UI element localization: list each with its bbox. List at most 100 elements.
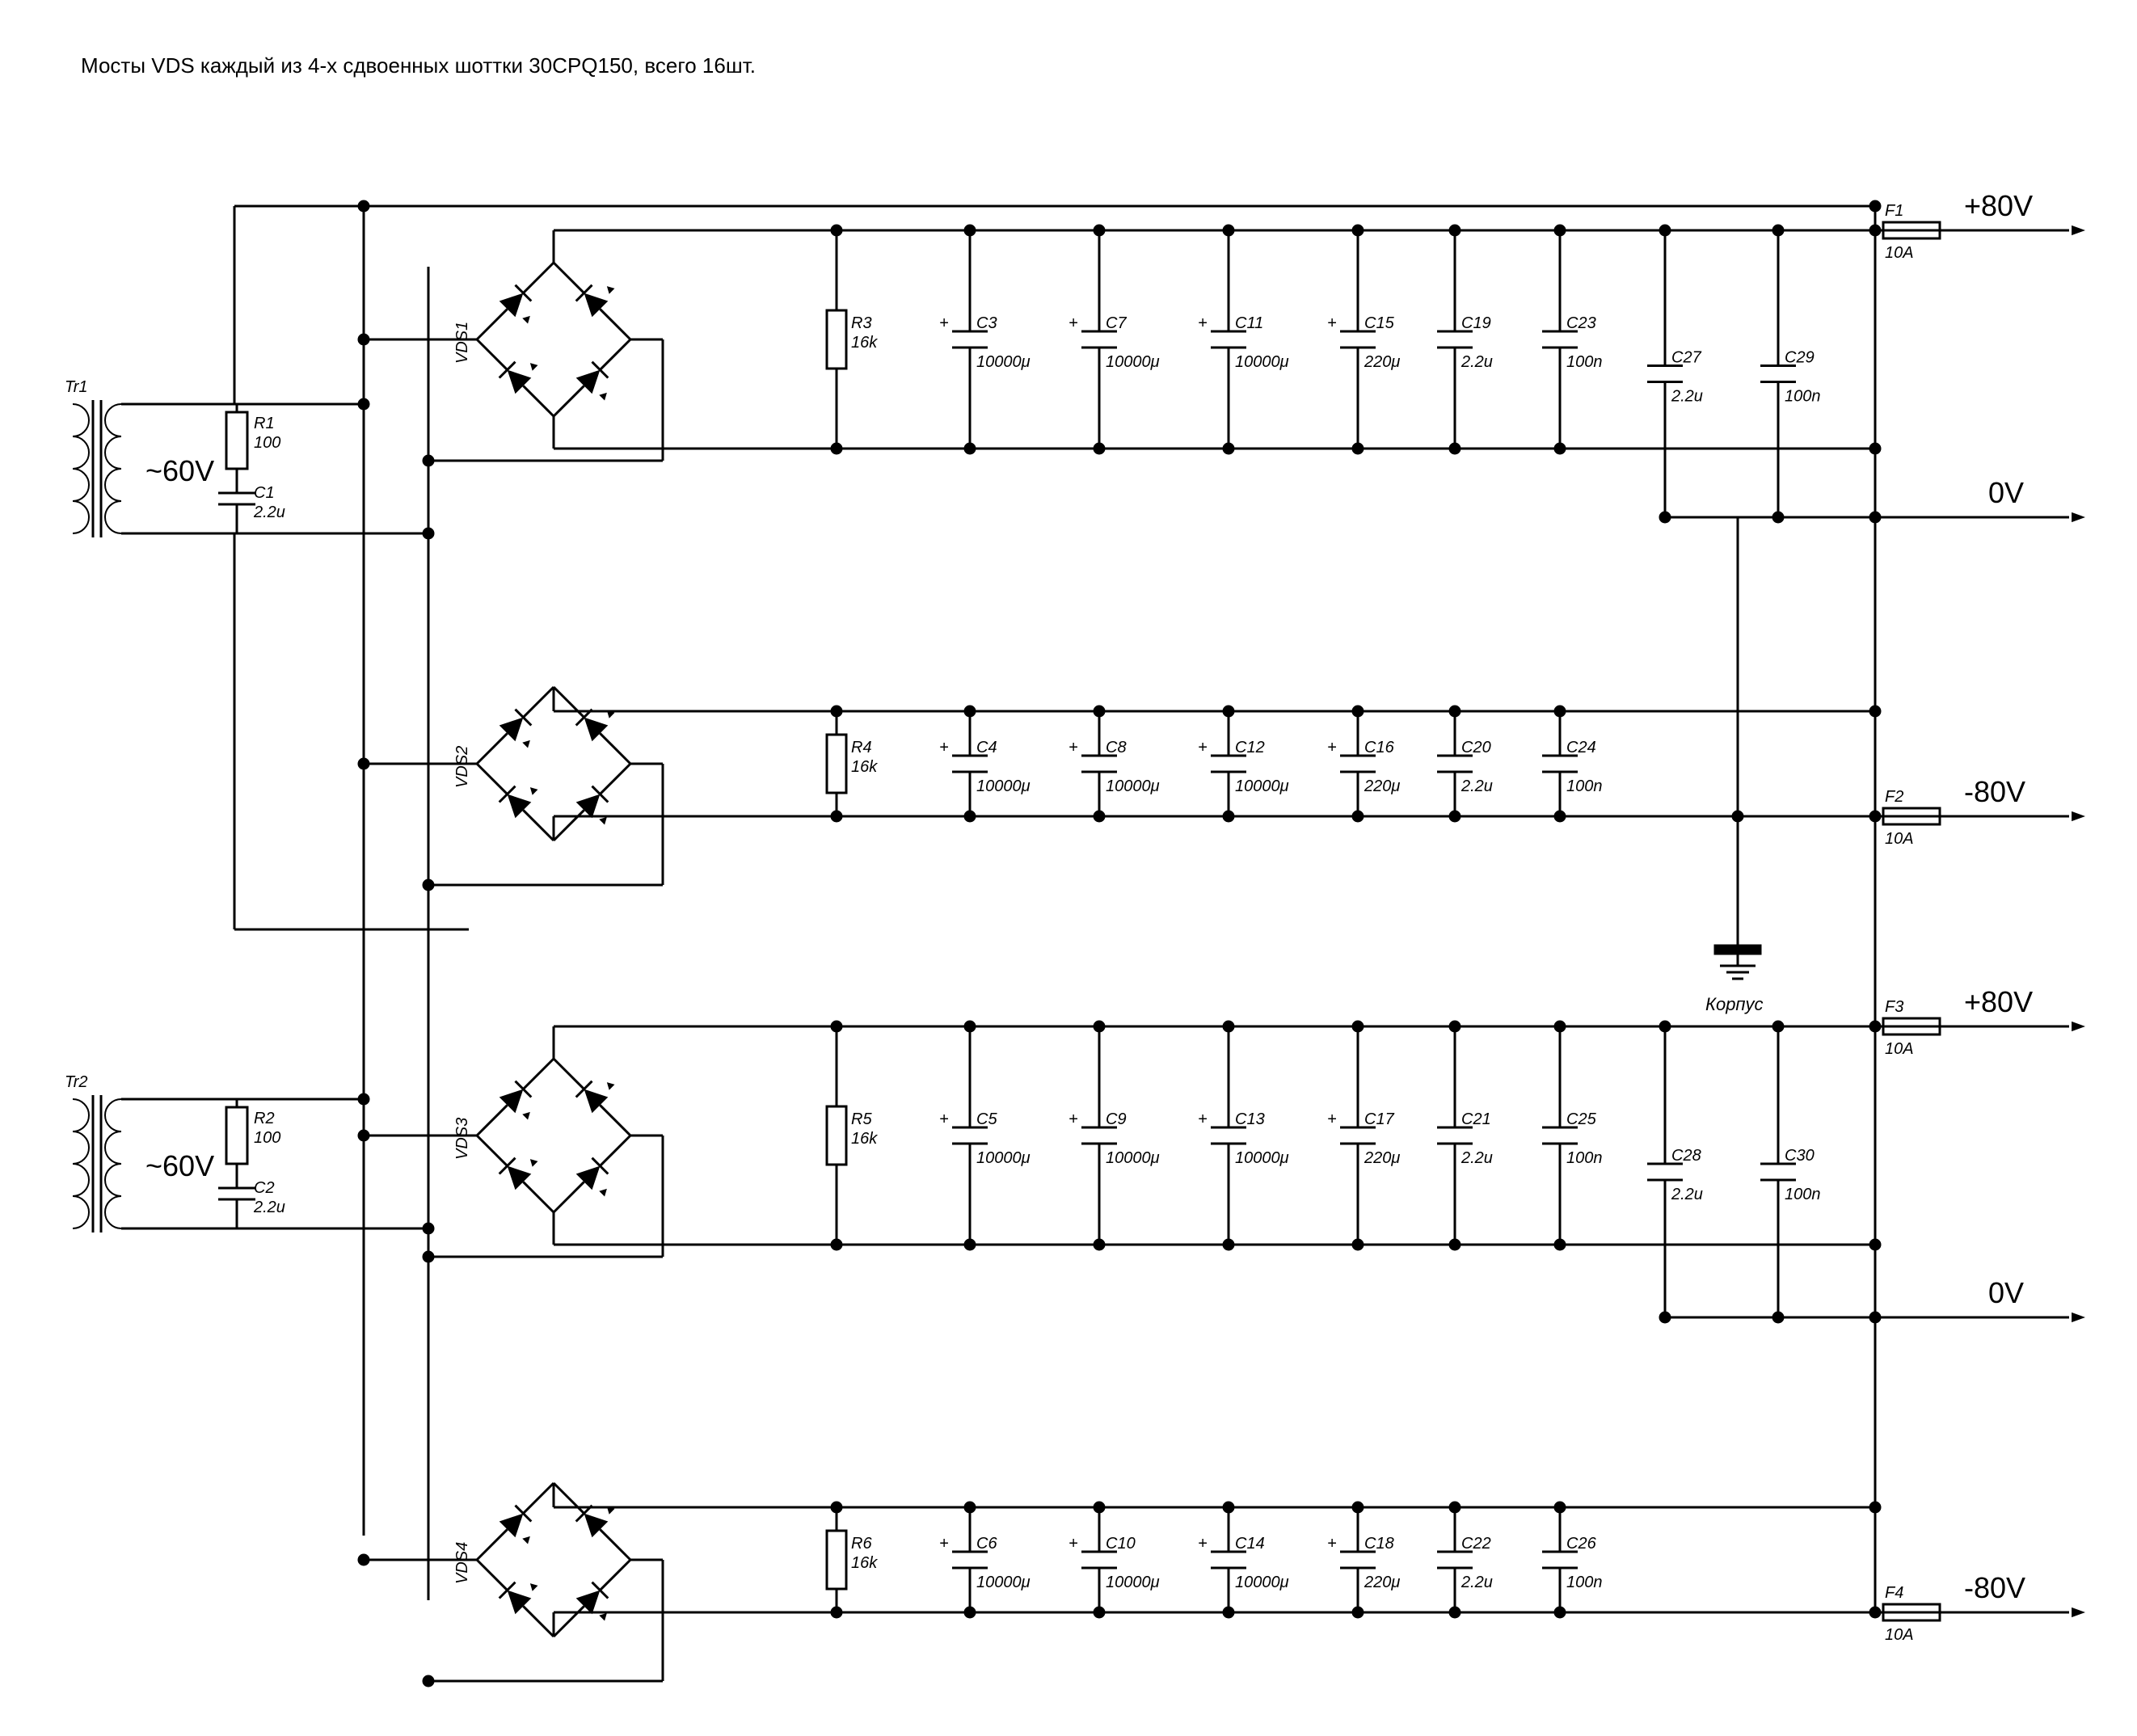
- bridge-VDS1: [477, 263, 630, 416]
- cap-val: 100n: [1566, 777, 1603, 795]
- cap-ref: C5: [976, 1110, 997, 1128]
- svg-text:10A: 10A: [1885, 1040, 1914, 1058]
- cap-ref: C13: [1235, 1110, 1265, 1128]
- cap-val: 100n: [1785, 388, 1821, 406]
- svg-text:+: +: [1198, 1110, 1208, 1128]
- cap-ref: C26: [1566, 1535, 1597, 1553]
- cap-val: 220μ: [1364, 1574, 1400, 1591]
- svg-text:+: +: [939, 739, 949, 756]
- svg-text:10A: 10A: [1885, 830, 1914, 848]
- svg-text:C1: C1: [254, 484, 275, 502]
- cap-val: 100n: [1566, 1149, 1603, 1167]
- page-title: Мосты VDS каждый из 4-х сдвоенных шоттки…: [81, 53, 756, 78]
- svg-text:10A: 10A: [1885, 1626, 1914, 1644]
- svg-text:VDS3: VDS3: [453, 1118, 471, 1160]
- cap-ref: C20: [1461, 739, 1491, 756]
- cap-ref: C15: [1364, 314, 1395, 332]
- output-3: +80V: [1964, 985, 2033, 1018]
- cap-val: 10000μ: [976, 353, 1031, 371]
- cap-ref: C14: [1235, 1535, 1265, 1553]
- svg-text:F3: F3: [1885, 998, 1903, 1016]
- svg-text:+: +: [1327, 739, 1337, 756]
- svg-text:+: +: [1198, 739, 1208, 756]
- svg-text:R3: R3: [851, 314, 872, 332]
- cap-ref: C28: [1671, 1147, 1701, 1165]
- svg-text:10A: 10A: [1885, 244, 1914, 262]
- cap-ref: C22: [1461, 1535, 1491, 1553]
- svg-text:VDS4: VDS4: [453, 1542, 471, 1584]
- svg-text:+: +: [1068, 314, 1078, 332]
- svg-text:R6: R6: [851, 1535, 872, 1553]
- svg-text:+: +: [1327, 1535, 1337, 1553]
- svg-text:+: +: [1068, 739, 1078, 756]
- cap-ref: C23: [1566, 314, 1596, 332]
- svg-text:+: +: [1198, 314, 1208, 332]
- svg-text:+: +: [939, 1110, 949, 1128]
- cap-val: 2.2u: [1671, 1186, 1703, 1203]
- cap-ref: C3: [976, 314, 997, 332]
- svg-text:VDS2: VDS2: [453, 746, 471, 788]
- schematic-svg: Мосты VDS каждый из 4-х сдвоенных шоттки…: [0, 0, 2137, 1736]
- cap-ref: C7: [1106, 314, 1127, 332]
- output-2: -80V: [1964, 775, 2025, 808]
- cap-ref: C25: [1566, 1110, 1597, 1128]
- svg-text:R2: R2: [254, 1110, 275, 1127]
- svg-text:R5: R5: [851, 1110, 872, 1128]
- cap-ref: C11: [1235, 314, 1263, 332]
- cap-val: 10000μ: [1235, 1149, 1289, 1167]
- output-0v: 0V: [1988, 476, 2024, 509]
- svg-text:F2: F2: [1885, 788, 1903, 806]
- output-4: -80V: [1964, 1571, 2025, 1604]
- cap-ref: C30: [1785, 1147, 1815, 1165]
- cap-ref: C17: [1364, 1110, 1395, 1128]
- svg-text:R4: R4: [851, 739, 872, 756]
- svg-text:16k: 16k: [851, 1554, 878, 1572]
- cap-ref: C12: [1235, 739, 1265, 756]
- cap-val: 220μ: [1364, 777, 1400, 795]
- svg-text:R1: R1: [254, 415, 275, 432]
- svg-text:100: 100: [254, 1129, 280, 1147]
- transformer-ref: Tr2: [65, 1073, 88, 1091]
- svg-text:100: 100: [254, 434, 280, 452]
- cap-val: 2.2u: [1460, 777, 1493, 795]
- cap-ref: C27: [1671, 349, 1702, 367]
- cap-val: 2.2u: [1460, 1149, 1493, 1167]
- output-0v: 0V: [1988, 1276, 2024, 1309]
- cap-val: 10000μ: [1106, 1149, 1160, 1167]
- svg-text:F1: F1: [1885, 202, 1903, 220]
- svg-text:+: +: [939, 314, 949, 332]
- svg-text:F4: F4: [1885, 1584, 1903, 1602]
- cap-ref: C24: [1566, 739, 1596, 756]
- cap-ref: C8: [1106, 739, 1127, 756]
- cap-val: 220μ: [1364, 1149, 1400, 1167]
- cap-ref: C29: [1785, 349, 1815, 367]
- cap-val: 10000μ: [976, 1574, 1031, 1591]
- svg-text:C2: C2: [254, 1179, 275, 1197]
- cap-val: 10000μ: [1106, 1574, 1160, 1591]
- cap-val: 10000μ: [1235, 777, 1289, 795]
- cap-ref: C19: [1461, 314, 1491, 332]
- cap-ref: C6: [976, 1535, 997, 1553]
- chassis-label: Корпус: [1705, 994, 1764, 1014]
- cap-ref: C18: [1364, 1535, 1394, 1553]
- svg-text:2.2u: 2.2u: [253, 504, 285, 521]
- cap-val: 100n: [1566, 1574, 1603, 1591]
- cap-ref: C16: [1364, 739, 1395, 756]
- cap-val: 10000μ: [1106, 777, 1160, 795]
- cap-ref: C21: [1461, 1110, 1491, 1128]
- cap-val: 10000μ: [1235, 353, 1289, 371]
- cap-val: 2.2u: [1671, 388, 1703, 406]
- cap-val: 10000μ: [976, 777, 1031, 795]
- svg-text:+: +: [1068, 1535, 1078, 1553]
- svg-text:+: +: [939, 1535, 949, 1553]
- cap-val: 10000μ: [1235, 1574, 1289, 1591]
- cap-ref: C9: [1106, 1110, 1127, 1128]
- output-1: +80V: [1964, 189, 2033, 222]
- bridge-VDS3: [477, 1059, 630, 1212]
- cap-val: 10000μ: [1106, 353, 1160, 371]
- cap-ref: C10: [1106, 1535, 1136, 1553]
- svg-text:+: +: [1198, 1535, 1208, 1553]
- svg-text:VDS1: VDS1: [453, 322, 471, 364]
- cap-val: 2.2u: [1460, 1574, 1493, 1591]
- cap-val: 220μ: [1364, 353, 1400, 371]
